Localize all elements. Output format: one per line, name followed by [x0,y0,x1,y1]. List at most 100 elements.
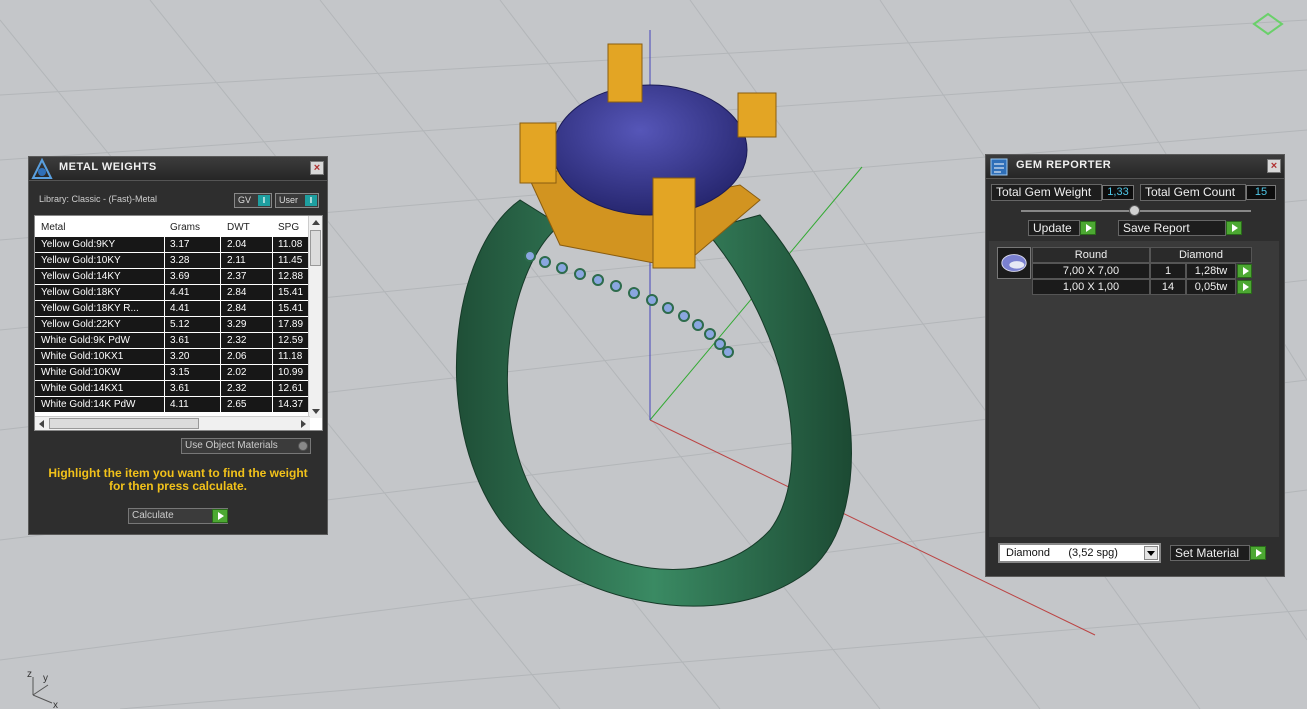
metal-dwt: 2.06 [227,351,247,362]
gem-weight: 0,05tw [1186,279,1236,295]
set-material-button[interactable]: Set Material [1170,545,1250,561]
gv-toggle-label: GV [238,195,252,205]
metal-dwt: 2.65 [227,399,247,410]
play-icon[interactable] [1080,221,1096,235]
metal-dwt: 2.04 [227,239,247,250]
play-icon[interactable] [1250,546,1266,560]
metal-grams: 4.41 [170,303,190,314]
gem-thumbnail[interactable] [997,247,1031,279]
total-gem-weight-label: Total Gem Weight [991,184,1102,201]
report-slider[interactable] [1021,205,1251,216]
metal-name: Yellow Gold:14KY [41,271,121,282]
table-row[interactable]: White Gold:14K PdW 4.11 2.65 14.37 [35,397,310,413]
update-label: Update [1033,221,1072,235]
metal-table[interactable]: Metal Grams DWT SPG Yellow Gold:9KY 3.17… [34,215,323,431]
select-gem-icon[interactable] [1237,264,1252,278]
total-gem-count-label: Total Gem Count [1140,184,1246,201]
gem-reporter-panel: GEM REPORTER × Total Gem Weight 1,33 Tot… [985,154,1285,577]
gem-reporter-titlebar[interactable]: GEM REPORTER × [986,155,1284,179]
table-row[interactable]: Yellow Gold:14KY 3.69 2.37 12.88 [35,269,310,285]
metal-name: White Gold:10KW [41,367,121,378]
metal-spg: 12.61 [278,383,304,394]
scroll-thumb[interactable] [49,418,199,429]
gv-toggle[interactable]: GV I [234,193,272,208]
table-row[interactable]: White Gold:10KW 3.15 2.02 10.99 [35,365,310,381]
scroll-right-icon[interactable] [301,420,306,428]
metal-spg: 12.59 [278,335,304,346]
metal-dwt: 2.37 [227,271,247,282]
save-report-button[interactable]: Save Report [1118,220,1226,236]
metal-grams: 3.61 [170,335,190,346]
table-row[interactable]: White Gold:10KX1 3.20 2.06 11.18 [35,349,310,365]
metal-grams: 3.17 [170,239,190,250]
axis-x-label: x [53,700,58,709]
play-icon[interactable] [212,509,228,523]
column-header-metal[interactable]: Metal [41,222,65,233]
update-button[interactable]: Update [1028,220,1080,236]
round-diamond-icon [1001,254,1027,272]
toggle-circle-icon [298,441,308,451]
column-header-dwt[interactable]: DWT [227,222,250,233]
metal-grams: 4.41 [170,287,190,298]
gem-size: 7,00 X 7,00 [1032,263,1150,279]
perspective-view-icon[interactable] [1252,12,1284,36]
close-icon[interactable]: × [310,161,324,175]
calculate-hint: Highlight the item you want to find the … [48,466,308,493]
table-row[interactable]: Yellow Gold:22KY 5.12 3.29 17.89 [35,317,310,333]
metal-spg: 10.99 [278,367,304,378]
table-row[interactable]: White Gold:14KX1 3.61 2.32 12.61 [35,381,310,397]
column-divider [164,216,165,430]
metal-name: White Gold:10KX1 [41,351,124,362]
column-header-spg[interactable]: SPG [278,222,299,233]
scroll-up-icon[interactable] [312,220,320,225]
metal-name: White Gold:14KX1 [41,383,124,394]
scroll-down-icon[interactable] [312,409,320,414]
user-toggle[interactable]: User I [275,193,319,208]
calculate-label: Calculate [132,510,174,521]
metal-weights-titlebar[interactable]: METAL WEIGHTS × [29,157,327,181]
horizontal-scrollbar[interactable] [35,416,310,430]
metal-name: White Gold:14K PdW [41,399,136,410]
metal-dwt: 2.11 [227,255,246,266]
metal-dwt: 3.29 [227,319,247,330]
metal-dwt: 2.84 [227,303,247,314]
metal-name: Yellow Gold:10KY [41,255,121,266]
metal-table-header: Metal Grams DWT SPG [35,216,310,237]
slider-knob-icon[interactable] [1129,205,1140,216]
user-toggle-label: User [279,195,299,205]
material-select[interactable]: Diamond (3,52 spg) [998,543,1161,563]
select-gem-icon[interactable] [1237,280,1252,294]
metal-spg: 14.37 [278,399,304,410]
table-row[interactable]: Yellow Gold:10KY 3.28 2.11 11.45 [35,253,310,269]
scroll-thumb[interactable] [310,230,321,266]
table-row[interactable]: White Gold:9K PdW 3.61 2.32 12.59 [35,333,310,349]
metal-spg: 11.08 [278,239,303,250]
scroll-left-icon[interactable] [39,420,44,428]
metal-grams: 5.12 [170,319,190,330]
close-icon[interactable]: × [1267,159,1281,173]
table-row[interactable]: Yellow Gold:18KY 4.41 2.84 15.41 [35,285,310,301]
metal-spg: 17.89 [278,319,304,330]
table-row[interactable]: Yellow Gold:18KY R... 4.41 2.84 15.41 [35,301,310,317]
gem-weight: 1,28tw [1186,263,1236,279]
toggle-knob-icon: I [258,195,270,206]
use-object-materials-label: Use Object Materials [185,440,278,451]
chevron-down-icon[interactable] [1144,546,1158,560]
use-object-materials-toggle[interactable]: Use Object Materials [181,438,311,454]
metal-spg: 11.45 [278,255,303,266]
metal-grams: 3.15 [170,367,190,378]
material-select-value: Diamond (3,52 spg) [1006,547,1118,559]
metal-dwt: 2.32 [227,335,247,346]
table-row[interactable]: Yellow Gold:9KY 3.17 2.04 11.08 [35,237,310,253]
play-icon[interactable] [1226,221,1242,235]
gem-reporter-title: GEM REPORTER [1016,159,1112,171]
metal-grams: 3.61 [170,383,190,394]
metal-grams: 3.69 [170,271,190,282]
matrix-logo-icon [31,158,53,179]
vertical-scrollbar[interactable] [308,216,322,418]
column-header-grams[interactable]: Grams [170,222,200,233]
metal-name: Yellow Gold:18KY [41,287,121,298]
gem-list: Round Diamond 7,00 X 7,00 1 1,28tw 1,00 … [989,241,1279,537]
gem-count: 1 [1150,263,1186,279]
center-gemstone [552,84,748,216]
